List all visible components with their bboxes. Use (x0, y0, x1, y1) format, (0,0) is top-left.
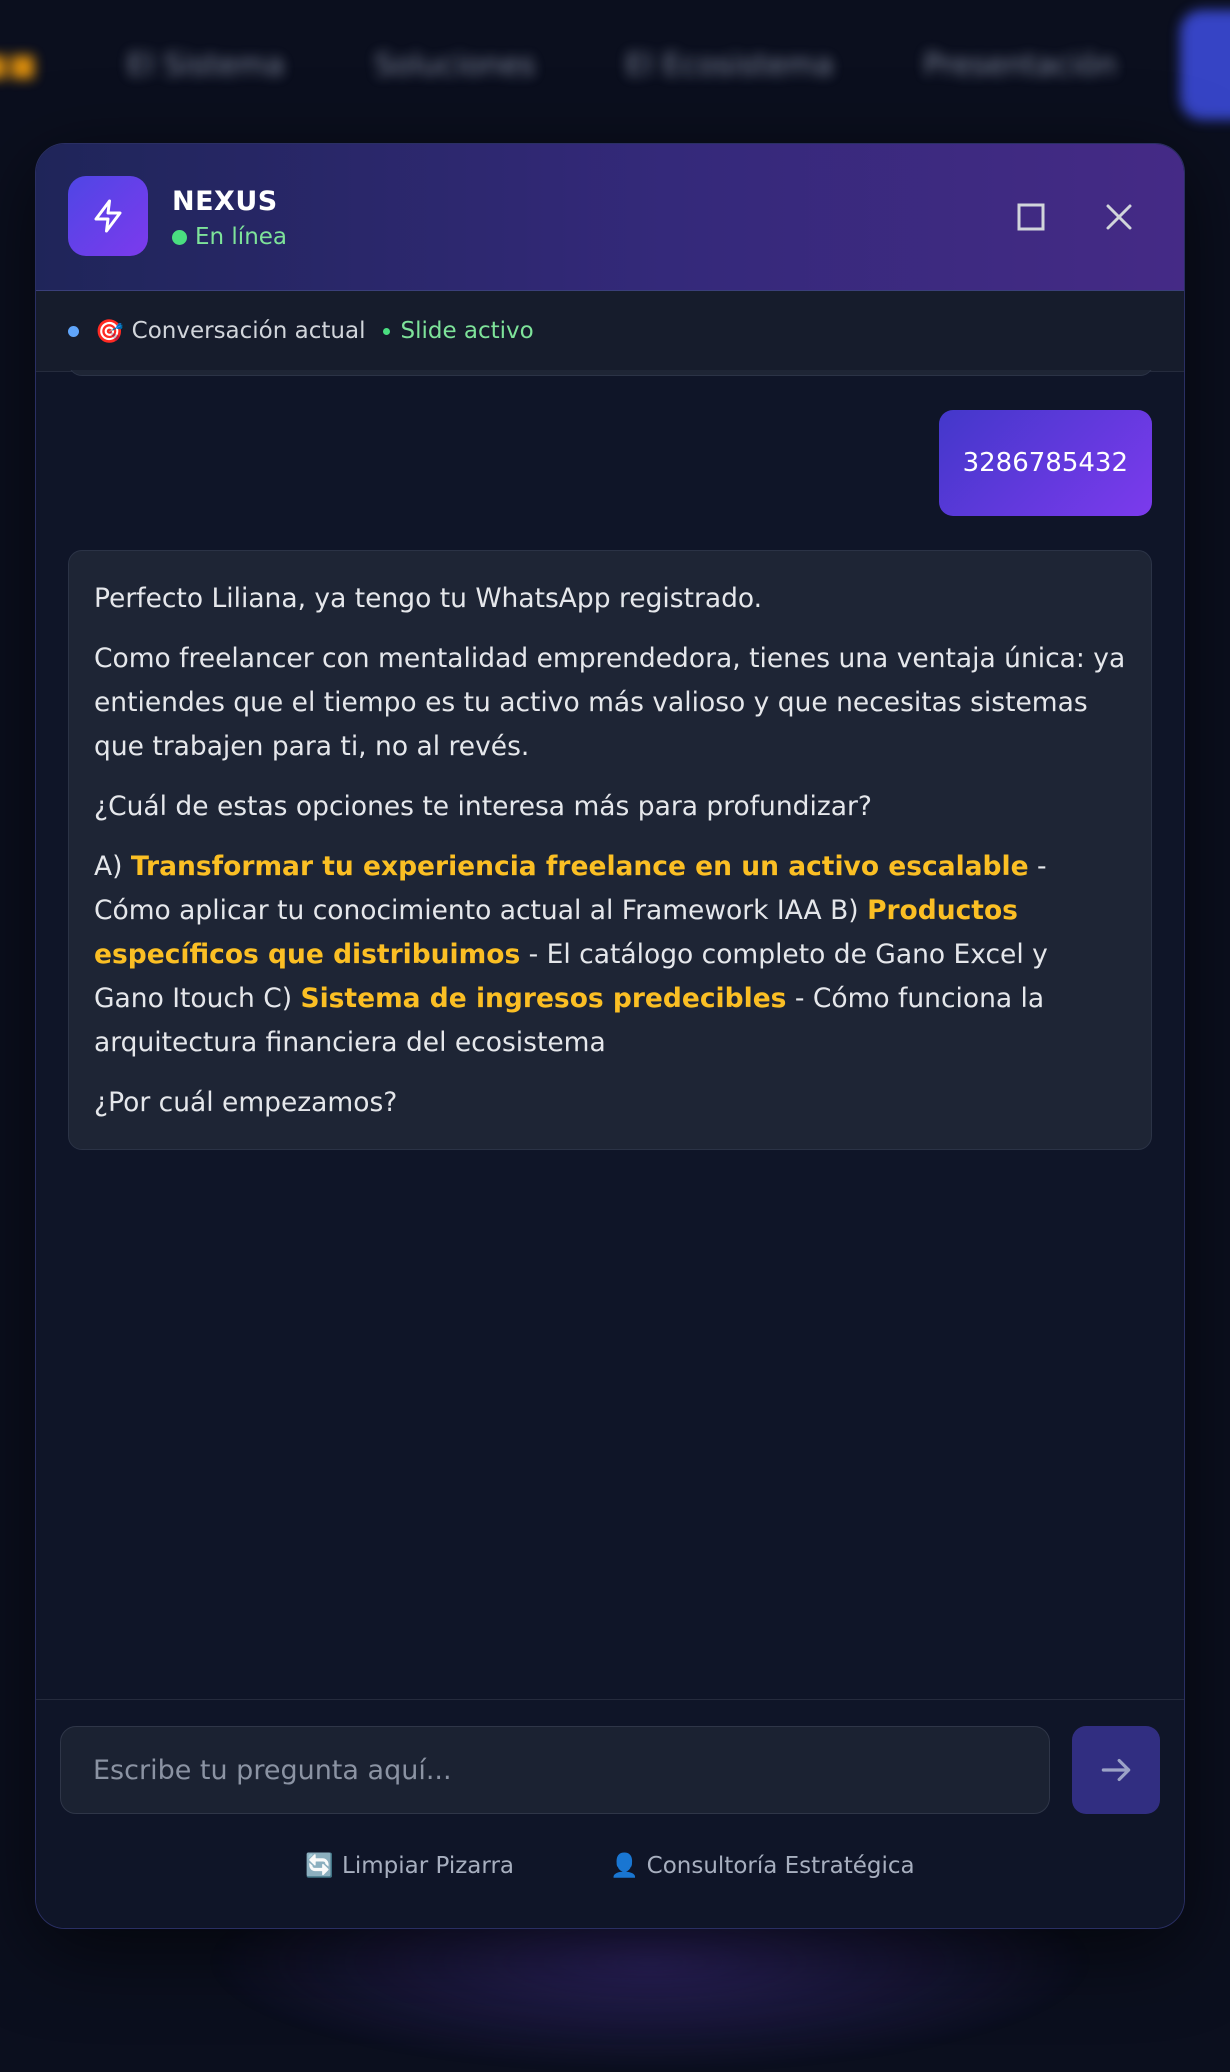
message-list[interactable]: 3286785432 Perfecto Liliana, ya tengo tu… (36, 370, 1184, 1700)
footer-actions: 🔄 Limpiar Pizarra 👤 Consultoría Estratégic… (36, 1852, 1184, 1880)
chat-header: NEXUS En línea (36, 144, 1184, 291)
maximize-icon (1017, 203, 1045, 231)
assistant-paragraph: Como freelancer con mentalidad emprended… (94, 643, 1126, 762)
strategic-consulting-label: Consultoría Estratégica (646, 1852, 915, 1879)
online-dot-icon (172, 229, 187, 245)
assistant-options: A) Transformar tu experiencia freelance … (94, 845, 1126, 1065)
arrow-right-icon (1101, 1758, 1131, 1782)
user-icon: 👤 (610, 1853, 639, 1879)
background-nav: ■■ El Sistema Soluciones El Ecosistema P… (0, 0, 1230, 130)
background-nav-item: Presentación (923, 47, 1117, 83)
user-message: 3286785432 (938, 410, 1152, 516)
clear-board-label: Limpiar Pizarra (342, 1852, 514, 1879)
option-a-title: Transformar tu experiencia freelance en … (130, 851, 1029, 882)
background-nav-item: El Ecosistema (625, 47, 834, 83)
online-status: En línea (172, 224, 287, 250)
assistant-paragraph: ¿Cuál de estas opciones te interesa más … (94, 791, 872, 822)
slide-active-dot-icon (383, 328, 391, 335)
assistant-paragraph: ¿Por cuál empezamos? (94, 1087, 398, 1118)
refresh-icon: 🔄 (305, 1853, 335, 1879)
assistant-name: NEXUS (172, 186, 278, 217)
message-input[interactable] (60, 1726, 1050, 1814)
previous-message (68, 370, 1154, 376)
status-label: En línea (195, 224, 288, 250)
context-bar: 🎯 Conversación actual Slide activo (36, 291, 1184, 372)
lightning-icon (94, 199, 122, 233)
user-message-text: 3286785432 (962, 448, 1128, 478)
option-a-prefix: A) (94, 851, 131, 882)
close-icon (1106, 204, 1132, 230)
background-cta-button (1180, 10, 1230, 120)
assistant-message: Perfecto Liliana, ya tengo tu WhatsApp r… (68, 550, 1152, 1150)
conversation-label: Conversación actual (131, 318, 366, 344)
background-nav-item: El Sistema (126, 47, 285, 83)
chat-panel: NEXUS En línea 🎯 Conversación actual Sli… (35, 143, 1185, 1929)
chat-footer: 🔄 Limpiar Pizarra 👤 Consultoría Estratégic… (36, 1699, 1184, 1928)
slide-active-label: Slide activo (383, 318, 534, 344)
send-button[interactable] (1072, 1726, 1160, 1814)
background-logo: ■■ (0, 47, 37, 83)
clear-board-button[interactable]: 🔄 Limpiar Pizarra (305, 1852, 514, 1880)
maximize-button[interactable] (1006, 192, 1056, 242)
close-button[interactable] (1094, 192, 1144, 242)
assistant-paragraph: Perfecto Liliana, ya tengo tu WhatsApp r… (94, 583, 763, 614)
slide-active-text: Slide activo (400, 318, 534, 344)
context-dot-icon (68, 325, 79, 337)
option-c-title: Sistema de ingresos predecibles (300, 983, 787, 1014)
target-icon: 🎯 (95, 318, 124, 345)
background-nav-item: Soluciones (374, 47, 536, 83)
strategic-consulting-button[interactable]: 👤 Consultoría Estratégica (610, 1852, 915, 1880)
assistant-avatar (68, 176, 148, 256)
